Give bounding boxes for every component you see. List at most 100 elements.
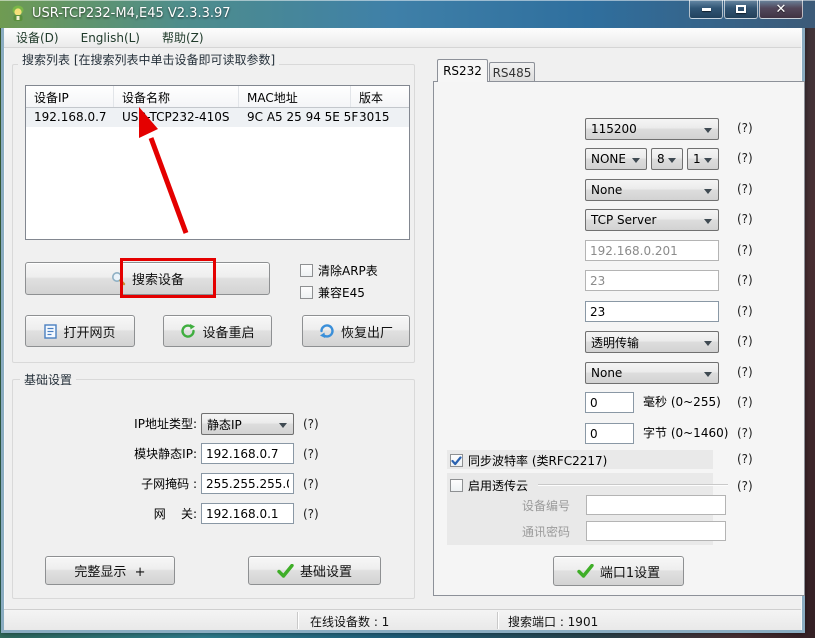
chevron-down-icon — [704, 128, 712, 133]
minimize-button[interactable] — [689, 0, 723, 19]
enable-cloud-checkbox[interactable]: 启用透传云 — [450, 477, 528, 494]
table-row[interactable]: 192.168.0.7 USR-TCP232-410S 9C A5 25 94 … — [26, 108, 409, 127]
cloud-device-id-label: 设备编号 — [522, 496, 570, 517]
subnet-field[interactable] — [201, 473, 294, 494]
help-mark[interactable]: (?) — [303, 447, 319, 461]
magnifier-icon — [111, 271, 126, 286]
help-mark[interactable]: (?) — [737, 479, 753, 493]
close-button[interactable]: ✕ — [759, 0, 803, 19]
status-bar: 在线设备数 : 1 搜索端口 : 1901 — [4, 609, 801, 630]
clear-arp-checkbox[interactable]: 清除ARP表 — [300, 262, 378, 279]
help-mark[interactable]: (?) — [737, 182, 753, 196]
compat-e45-label: 兼容E45 — [318, 284, 365, 301]
maximize-button[interactable] — [724, 0, 758, 19]
tab-rs232[interactable]: RS232 — [437, 59, 488, 82]
subnet-label: 子网掩码 : — [45, 474, 197, 495]
factory-reset-button[interactable]: 恢复出厂 — [302, 315, 410, 347]
check-icon — [577, 564, 594, 578]
modbus-select[interactable]: None — [585, 362, 719, 384]
help-mark[interactable]: (?) — [737, 334, 753, 348]
help-mark[interactable]: (?) — [737, 243, 753, 257]
cloud-password-field — [586, 521, 726, 541]
clear-arp-label: 清除ARP表 — [318, 262, 378, 279]
full-display-button[interactable]: 完整显示 + — [45, 556, 175, 585]
gateway-label: 网 关: — [45, 504, 197, 525]
databits-select[interactable]: 8 — [651, 148, 683, 170]
tcp-style-value: 透明传输 — [591, 334, 639, 351]
desktop: USR-TCP232-M4,E45 V2.3.3.97 ✕ 设备(D) Engl… — [0, 0, 815, 638]
col-mac[interactable]: MAC地址 — [239, 86, 351, 107]
checkbox-icon — [300, 264, 313, 277]
chevron-down-icon — [704, 341, 712, 346]
help-mark[interactable]: (?) — [303, 507, 319, 521]
pack-time-field[interactable] — [585, 392, 634, 413]
pack-len-field[interactable] — [585, 423, 634, 444]
device-ip-cell: 192.168.0.7 — [26, 108, 114, 127]
checkbox-icon — [450, 479, 463, 492]
online-device-count: 在线设备数 : 1 — [310, 613, 389, 630]
sync-baud-label: 同步波特率 (类RFC2217) — [468, 452, 607, 469]
static-ip-field[interactable] — [201, 443, 294, 464]
status-divider — [497, 612, 498, 629]
compat-e45-checkbox[interactable]: 兼容E45 — [300, 284, 365, 301]
flow-select[interactable]: None — [585, 179, 719, 201]
col-device-name[interactable]: 设备名称 — [114, 86, 239, 107]
stopbits-select[interactable]: 1 — [687, 148, 719, 170]
parity-select[interactable]: NONE — [585, 148, 647, 170]
static-ip-label: 模块静态IP: — [45, 444, 197, 465]
menu-device[interactable]: 设备(D) — [16, 29, 59, 46]
search-device-button[interactable]: 搜索设备 — [25, 262, 270, 295]
pack-time-unit: 毫秒 (0~255) — [643, 392, 721, 413]
device-version-cell: 3015 — [351, 108, 407, 127]
stopbits-value: 1 — [693, 152, 701, 166]
restart-device-button[interactable]: 设备重启 — [163, 315, 272, 347]
device-mac-cell: 9C A5 25 94 5E 5F — [239, 108, 351, 127]
help-mark[interactable]: (?) — [737, 365, 753, 379]
dest-ip-field — [585, 240, 719, 261]
apply-basic-settings-button[interactable]: 基础设置 — [248, 556, 381, 585]
local-port-field[interactable] — [585, 301, 719, 322]
chevron-down-icon — [704, 219, 712, 224]
help-mark[interactable]: (?) — [737, 212, 753, 226]
pack-len-unit: 字节 (0~1460) — [643, 423, 728, 444]
chevron-down-icon — [704, 158, 712, 163]
help-mark[interactable]: (?) — [737, 452, 753, 466]
menu-english[interactable]: English(L) — [81, 31, 140, 45]
chevron-down-icon — [668, 158, 676, 163]
col-version[interactable]: 版本 — [351, 86, 407, 107]
work-mode-value: TCP Server — [591, 213, 656, 227]
cloud-device-id-field — [586, 495, 726, 515]
baud-value: 115200 — [591, 122, 637, 136]
help-mark[interactable]: (?) — [737, 273, 753, 287]
parity-value: NONE — [591, 152, 626, 166]
restart-icon — [180, 323, 196, 339]
help-mark[interactable]: (?) — [303, 417, 319, 431]
help-mark[interactable]: (?) — [303, 477, 319, 491]
apply-port1-button[interactable]: 端口1设置 — [553, 556, 684, 586]
minimize-icon — [702, 8, 711, 11]
col-device-ip[interactable]: 设备IP — [26, 86, 114, 107]
gateway-field[interactable] — [201, 503, 294, 524]
restart-device-label: 设备重启 — [202, 322, 254, 341]
help-mark[interactable]: (?) — [737, 151, 753, 165]
search-port: 搜索端口 : 1901 — [508, 613, 598, 630]
help-mark[interactable]: (?) — [737, 426, 753, 440]
open-webpage-button[interactable]: 打开网页 — [25, 315, 135, 347]
baud-select[interactable]: 115200 — [585, 118, 719, 140]
chevron-down-icon — [632, 158, 640, 163]
basic-settings-title: 基础设置 — [20, 371, 76, 388]
tcp-style-select[interactable]: 透明传输 — [585, 331, 719, 353]
device-table-header: 设备IP 设备名称 MAC地址 版本 — [26, 86, 409, 108]
maximize-icon — [736, 5, 746, 13]
sync-baud-checkbox[interactable]: 同步波特率 (类RFC2217) — [450, 452, 607, 469]
help-mark[interactable]: (?) — [737, 121, 753, 135]
ip-type-select[interactable]: 静态IP — [201, 413, 294, 435]
tab-rs485[interactable]: RS485 — [489, 62, 535, 82]
search-list-title: 搜索列表 [在搜索列表中单击设备即可读取参数] — [18, 51, 279, 68]
help-mark[interactable]: (?) — [737, 395, 753, 409]
chevron-down-icon — [279, 423, 287, 428]
menu-help[interactable]: 帮助(Z) — [162, 29, 204, 46]
remote-port-field — [585, 270, 719, 291]
help-mark[interactable]: (?) — [737, 304, 753, 318]
work-mode-select[interactable]: TCP Server — [585, 209, 719, 231]
